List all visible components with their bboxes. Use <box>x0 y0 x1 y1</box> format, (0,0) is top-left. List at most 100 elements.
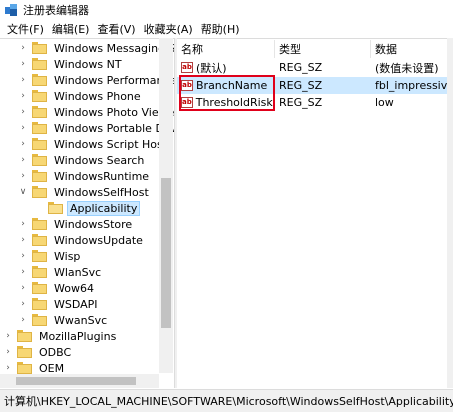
tree-item-label: WwanSvc <box>54 313 108 327</box>
chevron-right-icon[interactable]: › <box>18 152 28 168</box>
tree-item[interactable]: › WindowsRuntime <box>18 168 151 184</box>
tree-item[interactable]: › WindowsStore <box>18 216 134 232</box>
chevron-right-icon[interactable]: › <box>3 344 13 360</box>
value-data: fbl_impressive <box>375 79 453 92</box>
tree-item[interactable]: › WlanSvc <box>18 264 103 280</box>
chevron-right-icon[interactable]: › <box>18 72 28 88</box>
folder-icon <box>32 250 47 262</box>
column-header-data[interactable]: 数据 <box>371 40 453 58</box>
chevron-right-icon[interactable]: › <box>18 136 28 152</box>
tree-item[interactable]: › Windows Search <box>18 152 146 168</box>
chevron-right-icon[interactable]: › <box>18 56 28 72</box>
chevron-right-icon[interactable]: › <box>3 328 13 344</box>
registry-tree[interactable]: › Windows Messaging Su › Windows NT › Windows… <box>0 38 174 388</box>
tree-item[interactable]: ∨ WindowsSelfHost <box>18 184 151 200</box>
chevron-right-icon[interactable]: › <box>18 264 28 280</box>
folder-icon <box>32 298 47 310</box>
chevron-right-icon[interactable]: › <box>18 296 28 312</box>
tree-item[interactable]: › Wisp <box>18 248 82 264</box>
tree-item-label: MozillaPlugins <box>39 329 117 343</box>
chevron-right-icon[interactable]: › <box>18 248 28 264</box>
tree-item[interactable]: › Windows Script Host <box>18 136 169 152</box>
menu-edit[interactable]: 编辑(E) <box>48 21 94 37</box>
tree-item[interactable]: › Windows Messaging Su <box>18 40 174 56</box>
folder-icon <box>32 58 47 70</box>
tree-item[interactable]: › WindowsUpdate <box>18 232 145 248</box>
folder-icon <box>32 314 47 326</box>
tree-vertical-scrollbar[interactable] <box>159 38 173 373</box>
chevron-right-icon[interactable]: › <box>18 312 28 328</box>
tree-item[interactable]: › Windows Performance T <box>18 72 174 88</box>
no-expander <box>34 200 44 216</box>
folder-icon <box>32 266 47 278</box>
folder-icon <box>17 346 32 358</box>
tree-item[interactable]: › WwanSvc <box>18 312 109 328</box>
folder-icon <box>32 154 47 166</box>
tree-item-label: WindowsSelfHost <box>54 185 149 199</box>
window-title: 注册表编辑器 <box>23 4 89 17</box>
value-data: low <box>375 96 394 109</box>
status-path: 计算机\HKEY_LOCAL_MACHINE\SOFTWARE\Microsof… <box>4 395 453 408</box>
folder-icon <box>17 330 32 342</box>
chevron-right-icon[interactable]: › <box>18 120 28 136</box>
value-name: (默认) <box>196 61 227 75</box>
folder-icon <box>32 138 47 150</box>
folder-icon <box>32 218 47 230</box>
folder-icon <box>48 202 63 214</box>
folder-icon <box>32 122 47 134</box>
tree-item-label: Wow64 <box>54 281 94 295</box>
tree-hscroll-thumb[interactable] <box>16 377 136 385</box>
tree-item-label: Windows Phone <box>54 89 141 103</box>
value-type: REG_SZ <box>279 61 323 74</box>
tree-item[interactable]: › Windows Phone <box>18 88 143 104</box>
tree-item[interactable]: › Windows Portable Devi <box>18 120 174 136</box>
folder-icon <box>17 362 32 374</box>
chevron-down-icon[interactable]: ∨ <box>18 184 28 200</box>
tree-item[interactable]: › MozillaPlugins <box>3 328 118 344</box>
tree-horizontal-scrollbar[interactable] <box>0 374 159 388</box>
folder-icon <box>32 42 47 54</box>
tree-item-label: WindowsStore <box>54 217 133 231</box>
tree-item-label: Windows Messaging Su <box>54 41 174 55</box>
tree-item[interactable]: › Windows NT <box>18 56 124 72</box>
folder-icon <box>32 74 47 86</box>
folder-icon <box>32 90 47 102</box>
annotation-highlight-box <box>179 75 275 111</box>
folder-icon <box>32 234 47 246</box>
title-bar: 注册表编辑器 <box>0 0 453 20</box>
menu-help[interactable]: 帮助(H) <box>197 21 244 37</box>
folder-icon <box>32 186 47 198</box>
tree-item[interactable]: › WSDAPI <box>18 296 100 312</box>
tree-item-label: Applicability <box>66 200 141 216</box>
value-type: REG_SZ <box>279 96 323 109</box>
column-header-name[interactable]: 名称 <box>177 40 275 58</box>
tree-item-label: Windows Script Host <box>54 137 168 151</box>
tree-item-label: WindowsUpdate <box>54 233 143 247</box>
menu-view[interactable]: 查看(V) <box>93 21 139 37</box>
chevron-right-icon[interactable]: › <box>18 168 28 184</box>
tree-item[interactable]: › Windows Photo Viewer <box>18 104 174 120</box>
value-row[interactable]: ab (默认) REG_SZ (数值未设置) <box>177 59 453 76</box>
menu-favorites[interactable]: 收藏夹(A) <box>140 21 197 37</box>
tree-item-label: Windows Search <box>54 153 145 167</box>
tree-item-label: OEM <box>39 361 65 375</box>
tree-item[interactable]: › ODBC <box>3 344 73 360</box>
tree-item-selected[interactable]: Applicability <box>34 200 141 216</box>
column-header-type[interactable]: 类型 <box>275 40 371 58</box>
chevron-right-icon[interactable]: › <box>18 104 28 120</box>
chevron-right-icon[interactable]: › <box>18 88 28 104</box>
menu-file[interactable]: 文件(F) <box>3 21 48 37</box>
string-value-icon: ab <box>181 62 193 73</box>
chevron-right-icon[interactable]: › <box>18 40 28 56</box>
tree-item[interactable]: › Wow64 <box>18 280 96 296</box>
tree-vscroll-thumb[interactable] <box>161 178 171 328</box>
tree-item-label: Windows Photo Viewer <box>54 105 174 119</box>
tree-item-label: WSDAPI <box>54 297 98 311</box>
menu-bar: 文件(F) 编辑(E) 查看(V) 收藏夹(A) 帮助(H) <box>0 20 453 38</box>
tree-item-label: WindowsRuntime <box>54 169 150 183</box>
chevron-right-icon[interactable]: › <box>18 280 28 296</box>
chevron-right-icon[interactable]: › <box>18 216 28 232</box>
value-type: REG_SZ <box>279 79 323 92</box>
chevron-right-icon[interactable]: › <box>18 232 28 248</box>
tree-item-label: Windows NT <box>54 57 122 71</box>
